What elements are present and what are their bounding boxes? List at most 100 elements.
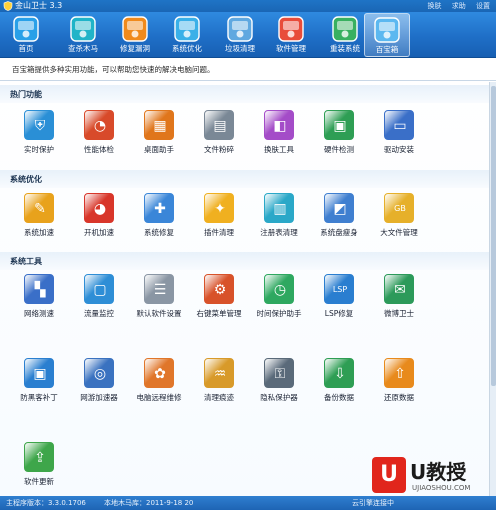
tool-broom[interactable]: ♒ 清理痕迹 [186,358,252,406]
tool-context-menu[interactable]: ⚙ 右键菜单管理 [186,274,252,322]
tool-traffic-monitor[interactable]: ▢ 流量监控 [66,274,132,322]
tool-registry[interactable]: ▥ 注册表清理 [246,193,312,241]
home-icon [13,16,39,42]
tool-software-update[interactable]: ⇪ 软件更新 [6,442,72,490]
status-bar: 主程序版本：3.3.0.1706 本地木马库：2011-9-18 20 云引擎连… [0,496,496,510]
toolbox-icon [374,17,400,43]
toolbar-item-toolbox[interactable]: 百宝箱 [364,13,410,57]
restore-icon: ⇧ [384,358,414,388]
tool-shield[interactable]: ⛨ 实时保护 [6,110,72,158]
toolbar-item-trojan-scan[interactable]: 查杀木马 [60,13,106,57]
toolbar-item-label: 首页 [18,44,34,53]
tool-network-speed[interactable]: ▚ 网络测速 [6,274,72,322]
tool-remote-repair[interactable]: ✿ 电脑远程维修 [126,358,192,406]
backup-icon: ⇩ [324,358,354,388]
trojan-scan-icon [70,16,96,42]
toolbar-item-label: 软件管理 [276,44,306,53]
tool-time-protect[interactable]: ◷ 时间保护助手 [246,274,312,322]
icon-glyph: ▥ [273,201,287,217]
rocket-icon: ✎ [24,193,54,223]
reinstall-icon [332,16,358,42]
app-logo-icon [3,1,13,11]
tool-label: 性能体检 [84,145,114,154]
tool-label: 系统加速 [24,228,54,237]
icon-glyph: ✎ [34,201,46,217]
tool-label: 换肤工具 [264,145,294,154]
toolbar-item-label: 百宝箱 [375,45,399,54]
software-manage-icon [278,16,304,42]
scrollbar-thumb[interactable] [491,86,496,386]
tool-label: 实时保护 [24,145,54,154]
tool-puzzle[interactable]: ✦ 插件清理 [186,193,252,241]
toolbar-item-home[interactable]: 首页 [3,13,49,57]
toolbar-item-reinstall[interactable]: 重装系统 [322,13,368,57]
tool-gauge[interactable]: ◔ 性能体检 [66,110,132,158]
help-link[interactable]: 求助 [452,2,466,10]
tool-anti-hacker-patch[interactable]: ▣ 防黑客补丁 [6,358,72,406]
icon-glyph: ◕ [93,201,107,217]
default-software-icon: ☰ [144,274,174,304]
tool-big-file[interactable]: GB 大文件管理 [366,193,432,241]
icon-glyph: ⚿ [274,366,286,382]
icon-glyph: ▦ [153,118,167,134]
tool-boot-speed[interactable]: ◕ 开机加速 [66,193,132,241]
tool-game-accelerator[interactable]: ◎ 网游加速器 [66,358,132,406]
toolbar-item-patch[interactable]: 修复漏洞 [112,13,158,57]
tool-desktop-assistant[interactable]: ▦ 桌面助手 [126,110,192,158]
icon-glyph: ⇩ [334,366,346,382]
tool-label: 时间保护助手 [256,309,302,318]
title-bar: 金山卫士 3.3 换肤 求助 设置 [0,0,496,12]
toolbox-content: 热门功能 ⛨ 实时保护 ◔ 性能体检 ▦ 桌面助手 ▤ 文件粉碎 ◧ 换肤工具 ▣ 硬件检测 ▭ 驱动安装系… [0,82,489,496]
section-band [0,85,489,103]
tool-label: 文件粉碎 [204,145,234,154]
settings-link[interactable]: 设置 [476,2,490,10]
tool-label: 驱动安装 [384,145,414,154]
time-protect-icon: ◷ [264,274,294,304]
icon-glyph: ▢ [93,282,107,298]
tool-driver[interactable]: ▭ 驱动安装 [366,110,432,158]
icon-glyph: ▣ [33,366,47,382]
tool-backup[interactable]: ⇩ 备份数据 [306,358,372,406]
tool-hardware[interactable]: ▣ 硬件检测 [306,110,372,158]
tool-privacy-lock[interactable]: ⚿ 隐私保护器 [246,358,312,406]
system-optimize-icon [174,16,200,42]
tool-label: 大文件管理 [380,228,418,237]
toolbar-item-label: 垃圾清理 [225,44,255,53]
toolbar-item-label: 查杀木马 [68,44,98,53]
tool-label: 软件更新 [24,477,54,486]
tool-skin[interactable]: ◧ 换肤工具 [246,110,312,158]
skin-link[interactable]: 换肤 [428,2,442,10]
tool-label: 网游加速器 [80,393,118,402]
tool-wrench[interactable]: ✚ 系统修复 [126,193,192,241]
toolbar-item-software-manage[interactable]: 软件管理 [268,13,314,57]
tool-shredder[interactable]: ▤ 文件粉碎 [186,110,252,158]
tool-label: 隐私保护器 [260,393,298,402]
tool-label: LSP修复 [324,309,354,318]
icon-glyph: ♒ [213,366,227,382]
tool-label: 防黑客补丁 [20,393,58,402]
section-band [0,252,489,270]
tool-lsp-repair[interactable]: LSP LSP修复 [306,274,372,322]
vertical-scrollbar[interactable] [489,82,496,496]
program-version: 主程序版本：3.3.0.1706 [6,499,86,507]
boot-speed-icon: ◕ [84,193,114,223]
tool-label: 电脑远程维修 [136,393,182,402]
tool-label: 硬件检测 [324,145,354,154]
icon-glyph: ✿ [154,366,166,382]
privacy-lock-icon: ⚿ [264,358,294,388]
tool-restore[interactable]: ⇧ 还原数据 [366,358,432,406]
tool-rocket[interactable]: ✎ 系统加速 [6,193,72,241]
tool-label: 流量监控 [84,309,114,318]
main-toolbar: 首页 查杀木马 修复漏洞 系统优化 垃圾清理 软件管理 重装系统 百宝箱 [0,12,496,58]
tool-label: 网络测速 [24,309,54,318]
tool-disk-slim[interactable]: ◩ 系统盘瘦身 [306,193,372,241]
icon-glyph: ◧ [273,118,287,134]
broom-icon: ♒ [204,358,234,388]
toolbar-item-garbage-clean[interactable]: 垃圾清理 [217,13,263,57]
section-title: 热门功能 [10,90,42,99]
toolbar-item-system-optimize[interactable]: 系统优化 [164,13,210,57]
game-accelerator-icon: ◎ [84,358,114,388]
tool-default-software[interactable]: ☰ 默认软件设置 [126,274,192,322]
icon-glyph: ◩ [333,201,347,217]
tool-weibo-guard[interactable]: ✉ 微博卫士 [366,274,432,322]
